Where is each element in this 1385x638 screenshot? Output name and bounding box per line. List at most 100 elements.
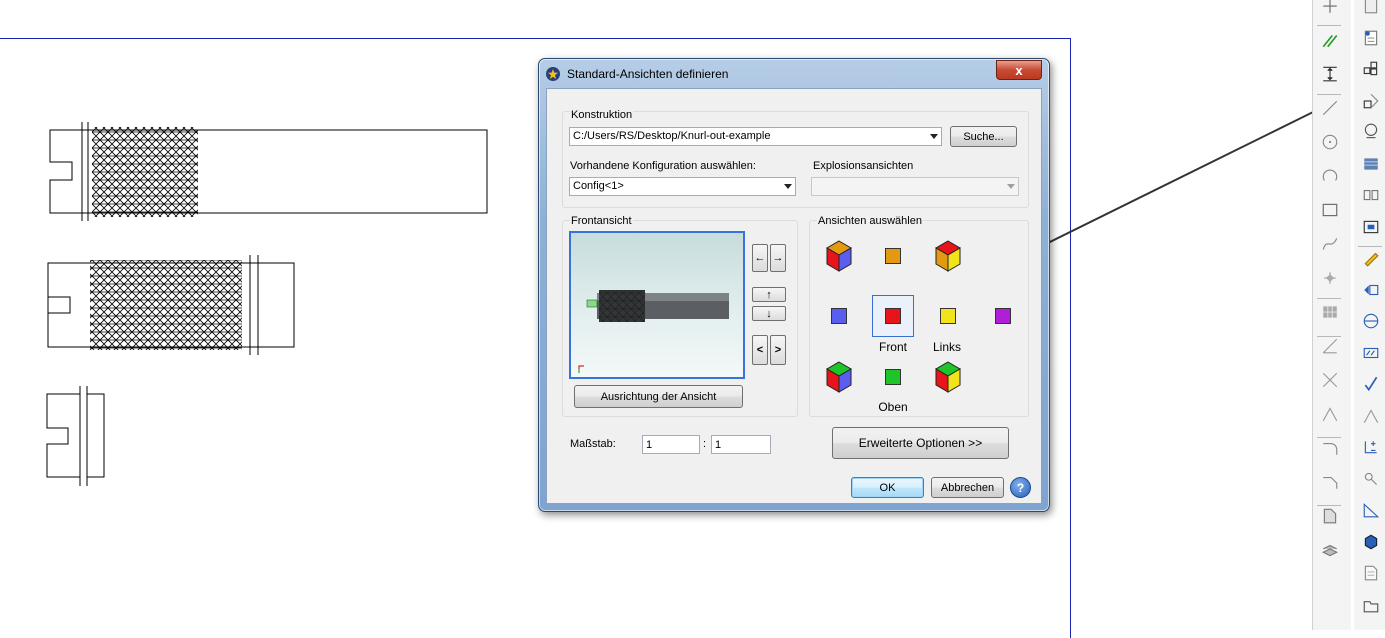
- front-caption: Front: [878, 340, 907, 354]
- section-view-icon: [1364, 157, 1378, 170]
- spline-button[interactable]: [1316, 230, 1344, 258]
- search-button[interactable]: Suche...: [950, 126, 1017, 147]
- explosion-select[interactable]: [811, 177, 1019, 196]
- point-button[interactable]: [1316, 0, 1344, 20]
- close-button[interactable]: x: [996, 60, 1042, 80]
- grid-button[interactable]: [1316, 298, 1344, 326]
- spin-left-icon: <: [756, 344, 764, 356]
- top-face-icon: [885, 369, 901, 385]
- fillet-button[interactable]: [1316, 434, 1344, 462]
- flip-view-button[interactable]: [1357, 181, 1385, 209]
- parallel-lines-icon: [1322, 34, 1338, 48]
- stack-button[interactable]: [1316, 536, 1344, 564]
- orient-view-button[interactable]: Ausrichtung der Ansicht: [574, 385, 743, 408]
- bottom-view-button[interactable]: [983, 296, 1023, 336]
- help-icon: ?: [1016, 480, 1025, 495]
- rectangle-icon: [1322, 203, 1338, 217]
- iso-view-2-button[interactable]: [928, 236, 968, 276]
- iso-cube-icon: [935, 361, 961, 393]
- iso-view-1-button[interactable]: [819, 236, 859, 276]
- rotate-right-button[interactable]: →: [770, 244, 786, 272]
- dimension-button[interactable]: [1316, 60, 1344, 88]
- scale-separator: :: [703, 438, 707, 450]
- rotate-up-button[interactable]: ↑: [752, 287, 786, 302]
- surface-button[interactable]: [1357, 339, 1385, 367]
- bottom-face-icon: [995, 308, 1011, 324]
- point-icon: [1323, 0, 1337, 13]
- dialog-title: Standard-Ansichten definieren: [567, 67, 729, 81]
- part-view-side[interactable]: [46, 386, 105, 486]
- front-face-icon: [885, 308, 901, 324]
- tolerance-button[interactable]: [1357, 433, 1385, 461]
- frame-view-icon: [1363, 220, 1379, 233]
- part-view-middle[interactable]: [47, 255, 295, 355]
- oben-caption: Oben: [878, 400, 908, 414]
- intersection-button[interactable]: [1316, 366, 1344, 394]
- arc-button[interactable]: [1316, 162, 1344, 190]
- back-view-button[interactable]: [873, 236, 913, 276]
- hatch-button[interactable]: [1357, 528, 1385, 556]
- angle-button[interactable]: [1316, 400, 1344, 428]
- projection-button[interactable]: [1357, 87, 1385, 115]
- rotate-down-button[interactable]: ↓: [752, 306, 786, 321]
- iso-cube-icon: [935, 240, 961, 272]
- arrow-down-icon: ↓: [766, 307, 772, 320]
- weld-button[interactable]: [1357, 465, 1385, 493]
- parallel-lines-button[interactable]: [1316, 26, 1344, 54]
- toolbar-separator: [1358, 246, 1382, 247]
- check-button[interactable]: [1357, 370, 1385, 398]
- cancel-button[interactable]: Abbrechen: [931, 477, 1004, 498]
- circle-button[interactable]: [1316, 128, 1344, 156]
- datum-button[interactable]: [1357, 307, 1385, 335]
- label-button[interactable]: [1357, 276, 1385, 304]
- line-button[interactable]: [1316, 94, 1344, 122]
- iso-view-3-button[interactable]: [819, 357, 859, 397]
- spin-right-button[interactable]: >: [770, 335, 786, 365]
- standard-views-button[interactable]: [1357, 55, 1385, 83]
- left-view-button[interactable]: [928, 296, 968, 336]
- view-preview[interactable]: [569, 231, 745, 379]
- advanced-options-button[interactable]: Erweiterte Optionen >>: [832, 427, 1009, 459]
- document-button[interactable]: [1357, 559, 1385, 587]
- top-view-button[interactable]: [873, 357, 913, 397]
- document-icon: [1364, 565, 1378, 581]
- intersection-icon: [1322, 372, 1338, 388]
- konstruktion-path-select[interactable]: C:/Users/RS/Desktop/Knurl-out-example: [569, 127, 942, 146]
- config-label: Vorhandene Konfiguration auswählen:: [570, 160, 756, 172]
- rotate-left-button[interactable]: ←: [752, 244, 768, 272]
- page-number-button[interactable]: [1357, 0, 1385, 20]
- sheet-button[interactable]: [1316, 502, 1344, 530]
- folder-button[interactable]: [1357, 591, 1385, 619]
- iso-view-4-button[interactable]: [928, 357, 968, 397]
- front-view-button[interactable]: [872, 295, 914, 337]
- label-icon: [1364, 284, 1379, 295]
- konstruktion-group-label: Konstruktion: [570, 109, 634, 121]
- chamfer-button[interactable]: [1316, 468, 1344, 496]
- close-icon: x: [1015, 62, 1023, 78]
- explosion-label: Explosionsansichten: [813, 160, 914, 172]
- help-button[interactable]: ?: [1010, 477, 1031, 498]
- table-button[interactable]: [1357, 24, 1385, 52]
- ok-button[interactable]: OK: [851, 477, 924, 498]
- app-logo-icon: [546, 67, 560, 81]
- crosshair-icon: [1324, 272, 1336, 284]
- standard-views-icon: [1363, 61, 1378, 76]
- right-view-button[interactable]: [819, 296, 859, 336]
- edit-button[interactable]: [1357, 244, 1385, 272]
- detail-view-button[interactable]: [1357, 118, 1385, 146]
- drawing-toolbar: [1312, 0, 1351, 630]
- crosshair-button[interactable]: [1316, 264, 1344, 292]
- config-select[interactable]: Config<1>: [569, 177, 796, 196]
- scale-numerator-input[interactable]: [642, 435, 700, 454]
- dimension-icon: [1323, 66, 1337, 82]
- section-view-button[interactable]: [1357, 150, 1385, 178]
- tolerance-icon: [1364, 441, 1377, 454]
- spin-left-button[interactable]: <: [752, 335, 768, 365]
- toolbar-separator: [1317, 437, 1341, 438]
- scale-denominator-input[interactable]: [711, 435, 771, 454]
- angle-button[interactable]: [1357, 402, 1385, 430]
- part-view-top[interactable]: [49, 122, 488, 221]
- rectangle-button[interactable]: [1316, 196, 1344, 224]
- cut-button[interactable]: [1357, 496, 1385, 524]
- frame-view-button[interactable]: [1357, 213, 1385, 241]
